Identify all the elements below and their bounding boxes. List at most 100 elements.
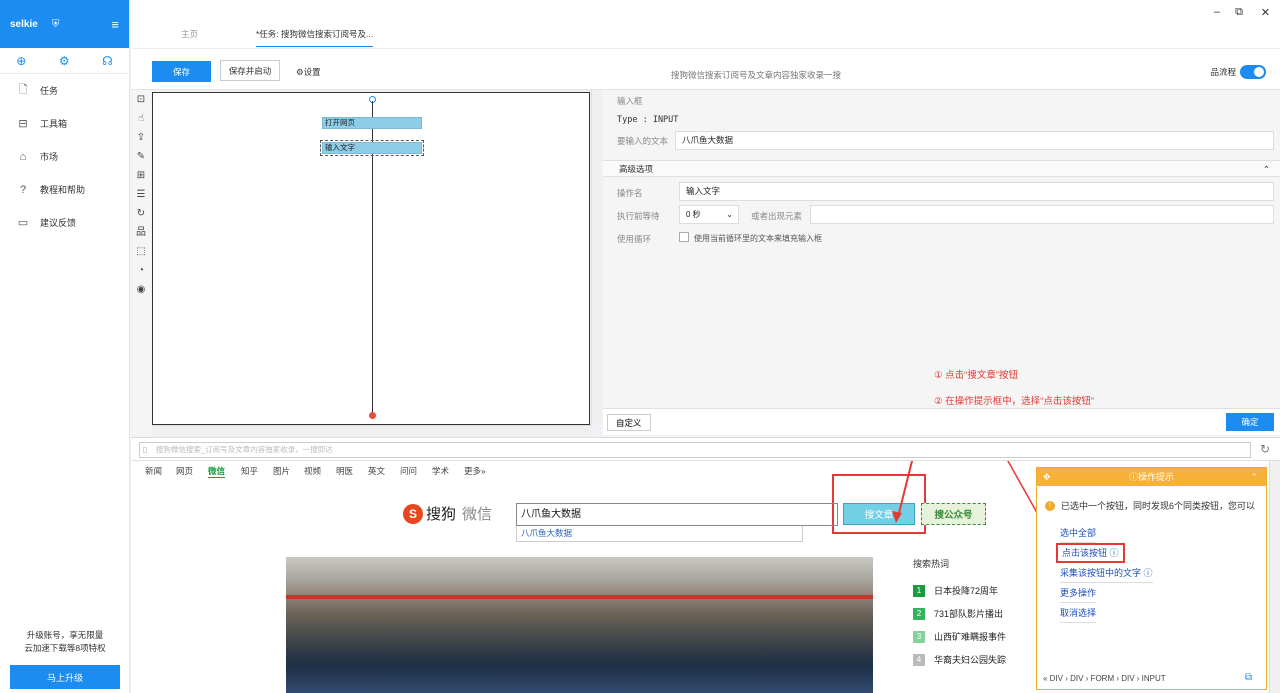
hot-item[interactable]: 4 华裔夫妇公园失踪 — [913, 648, 1041, 671]
nav-web[interactable]: 网页 — [176, 465, 193, 477]
branch-tool-icon[interactable]: 品 — [131, 223, 151, 242]
wait-select[interactable]: 0 秒 ⌄ — [679, 205, 739, 224]
flow-toggle-group: 品 流程 — [1210, 65, 1266, 79]
property-footer: 自定义 确定 — [603, 408, 1280, 435]
flow-node-input-text[interactable]: 输入文字 — [320, 140, 424, 156]
sidebar-item-market[interactable]: ⌂ 市场 — [0, 140, 129, 173]
open-page-tool-icon[interactable]: ⊡ — [131, 90, 151, 109]
canvas-vertical-scrollbar[interactable] — [591, 90, 602, 425]
hint-header[interactable]: ✥ ⓘ操作提示 ⌃ — [1037, 468, 1266, 486]
chevron-up-icon[interactable]: ⌃ — [1263, 161, 1270, 177]
property-panel: 输入框 Type : INPUT 要输入的文本 八爪鱼大数据 高级选项 ⌃ 操作… — [603, 90, 1280, 435]
more-ops-link[interactable]: 更多操作 — [1060, 583, 1097, 603]
hot-text: 731部队影片播出 — [934, 609, 1004, 619]
nav-video[interactable]: 视频 — [304, 465, 321, 477]
sidebar-header: selkie ⛨ ≡ — [0, 0, 129, 48]
cancel-select-link[interactable]: 取消选择 — [1060, 603, 1097, 623]
flow-canvas[interactable]: 打开网页 输入文字 — [152, 92, 590, 425]
task-title: 搜狗微信搜索订阅号及文章内容独家收录一搜 — [671, 70, 842, 80]
tab-home[interactable]: 主页 — [181, 28, 198, 40]
menu-icon[interactable]: ≡ — [111, 17, 119, 32]
tab-task[interactable]: *任务: 搜狗微信搜索订阅号及... — [256, 28, 374, 47]
drag-handle-icon[interactable]: ✥ — [1043, 468, 1051, 486]
annotation-step1: ① 点击“搜文章”按钮 — [934, 370, 1018, 381]
upgrade-button[interactable]: 马上升级 — [10, 665, 120, 689]
click-tool-icon[interactable]: ☝ — [131, 109, 151, 128]
loop-tool-icon[interactable]: ↻ — [131, 204, 151, 223]
refresh-icon[interactable]: ↻ — [1260, 442, 1270, 456]
brand-name: selkie — [10, 18, 38, 30]
headset-icon[interactable]: ☊ — [102, 54, 113, 68]
nav-english[interactable]: 英文 — [368, 465, 385, 477]
settings-button[interactable]: ⚙设置 — [296, 66, 321, 78]
nav-wenwen[interactable]: 问问 — [400, 465, 417, 477]
collapse-icon[interactable]: ⌃ — [1250, 468, 1258, 486]
appear-element-input[interactable] — [810, 205, 1274, 224]
nav-weixin[interactable]: 微信 — [208, 465, 226, 478]
nav-news[interactable]: 新闻 — [145, 465, 162, 477]
address-input[interactable]: ▯ 搜狗微信搜索_订阅号及文章内容独家收录，一搜即达 — [139, 442, 1251, 458]
wait-tool-icon[interactable]: ◔ — [131, 261, 151, 280]
input-tool-icon[interactable]: ✎ — [131, 147, 151, 166]
toolbar: 保存 保存并启动 ⚙设置 搜狗微信搜索订阅号及文章内容独家收录一搜 品 流程 — [131, 48, 1280, 90]
flow-toggle[interactable] — [1240, 65, 1266, 79]
flow-node-open-page[interactable]: 打开网页 — [322, 117, 422, 129]
search-suggestion[interactable]: 八爪鱼大数据 — [516, 526, 803, 542]
loop-checkbox[interactable] — [679, 232, 689, 242]
upgrade-line: 升级账号，享无限量 — [26, 630, 104, 640]
gear-icon[interactable]: ⚙ — [59, 54, 70, 68]
sogou-logo[interactable]: S 搜狗 微信 — [403, 503, 492, 524]
canvas-horizontal-scrollbar[interactable] — [152, 425, 592, 435]
captcha-tool-icon[interactable]: ⊞ — [131, 166, 151, 185]
hot-item[interactable]: 1 日本投降72周年 — [913, 579, 1041, 602]
end-tool-icon[interactable]: ◉ — [131, 280, 151, 299]
help-circle-icon[interactable]: ⓘ — [1110, 548, 1119, 558]
nav-images[interactable]: 图片 — [273, 465, 290, 477]
hot-item[interactable]: 2 731部队影片播出 — [913, 602, 1041, 625]
save-start-button[interactable]: 保存并启动 — [220, 60, 280, 81]
page-scrollbar[interactable] — [1269, 461, 1280, 693]
extract-tool-icon[interactable]: ⇪ — [131, 128, 151, 147]
chevron-down-icon: ⌄ — [726, 210, 733, 219]
restore-icon[interactable]: ⧉ — [1235, 6, 1243, 19]
nav-mingyi[interactable]: 明医 — [336, 465, 353, 477]
hot-rank: 3 — [913, 630, 925, 643]
text-input[interactable]: 八爪鱼大数据 — [675, 131, 1274, 150]
sogou-s-icon: S — [403, 503, 423, 524]
sidebar-item-feedback[interactable]: ▭ 建议反馈 — [0, 206, 129, 239]
sidebar-item-tasks[interactable]: 🗋 任务 — [0, 74, 129, 107]
sidebar-item-help[interactable]: ? 教程和帮助 — [0, 173, 129, 206]
hint-message-text: 已选中一个按钮，同时发现6个同类按钮，您可以 — [1061, 501, 1256, 511]
hot-rank: 4 — [913, 653, 925, 666]
nav-scholar[interactable]: 学术 — [432, 465, 449, 477]
minimize-icon[interactable]: – — [1214, 6, 1220, 18]
confirm-button[interactable]: 确定 — [1226, 413, 1274, 431]
shield-icon[interactable]: ⛨ — [52, 19, 60, 30]
hot-item[interactable]: 3 山西矿难瞒报事件 — [913, 625, 1041, 648]
banner-photo[interactable] — [286, 557, 873, 693]
sidebar-item-label: 市场 — [40, 152, 59, 162]
external-link-icon[interactable]: ⧉ — [1245, 672, 1252, 683]
hover-tool-icon[interactable]: ⬚ — [131, 242, 151, 261]
plus-circle-icon[interactable]: ⊕ — [16, 54, 26, 68]
element-path-breadcrumb[interactable]: « DIV › DIV › FORM › DIV › INPUT — [1043, 674, 1166, 683]
op-name-input[interactable]: 输入文字 — [679, 182, 1274, 201]
search-article-button[interactable]: 搜文章 — [843, 503, 915, 525]
sidebar-item-label: 建议反馈 — [40, 218, 77, 228]
close-icon[interactable]: ✕ — [1261, 6, 1270, 19]
browser-address-bar: ▯ 搜狗微信搜索_订阅号及文章内容独家收录，一搜即达 ↻ — [131, 437, 1280, 461]
nav-zhihu[interactable]: 知乎 — [241, 465, 258, 477]
loop-checkbox-label: 使用当前循环里的文本来填充输入框 — [694, 234, 822, 243]
nav-more[interactable]: 更多» — [464, 465, 486, 477]
select-all-link[interactable]: 选中全部 — [1060, 523, 1097, 543]
help-circle-icon[interactable]: ⓘ — [1144, 568, 1153, 578]
sidebar-item-toolbox[interactable]: ⊟ 工具箱 — [0, 107, 129, 140]
custom-button[interactable]: 自定义 — [607, 414, 651, 431]
save-button[interactable]: 保存 — [152, 61, 211, 82]
search-input[interactable]: 八爪鱼大数据 — [516, 503, 838, 526]
switch-dropdown-tool-icon[interactable]: ☰ — [131, 185, 151, 204]
advanced-options-header[interactable]: 高级选项 ⌃ — [603, 160, 1280, 177]
search-account-button[interactable]: 搜公众号 — [921, 503, 986, 525]
collect-text-link[interactable]: 采集该按钮中的文字 ⓘ — [1060, 563, 1153, 583]
click-button-link[interactable]: 点击该按钮 ⓘ — [1056, 543, 1125, 563]
